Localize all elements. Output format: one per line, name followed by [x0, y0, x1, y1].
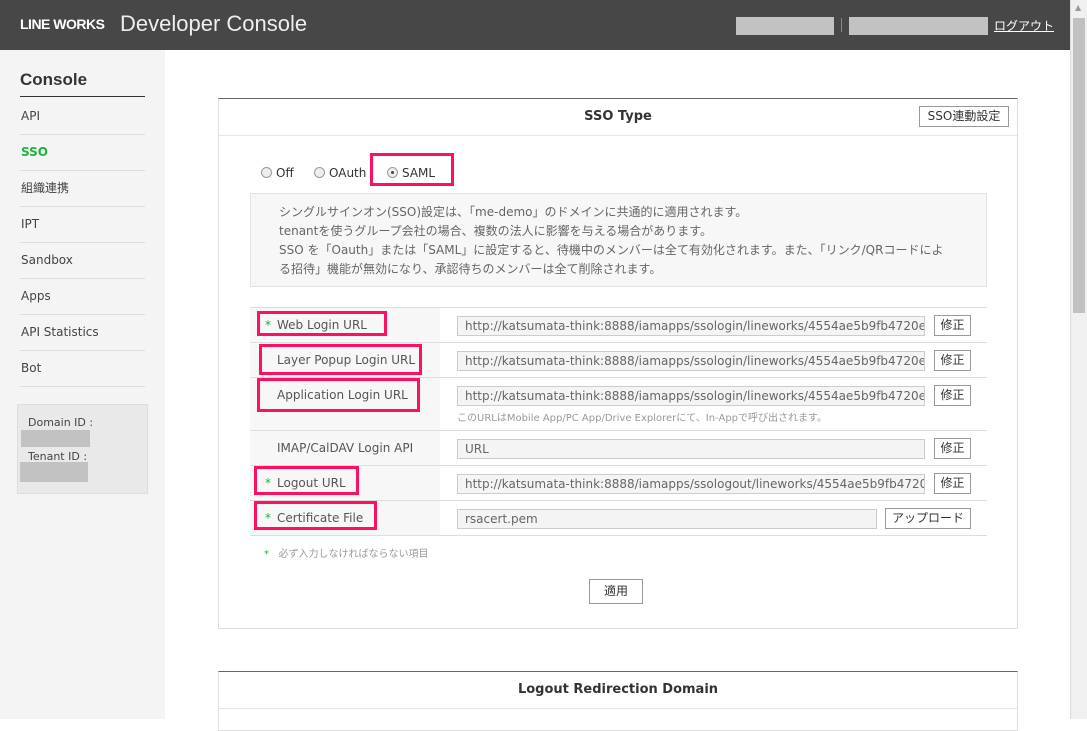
- sidebar-item-api[interactable]: API: [20, 99, 145, 135]
- upload-button[interactable]: アップロード: [885, 508, 971, 529]
- sidebar-item-org[interactable]: 組織連携: [20, 171, 145, 207]
- redacted-domain-id: [21, 430, 90, 447]
- highlight-box: [257, 378, 420, 412]
- radio-label: Off: [276, 166, 294, 180]
- edit-button[interactable]: 修正: [934, 350, 971, 371]
- notice-line: tenantを使うグループ会社の場合、複数の法人に影響を与える場合があります。: [279, 224, 713, 238]
- edit-button[interactable]: 修正: [934, 473, 971, 494]
- sidebar-item-sandbox[interactable]: Sandbox: [20, 243, 145, 279]
- domain-id-label: Domain ID :: [28, 416, 94, 429]
- redacted-tenant-id: [20, 462, 88, 482]
- radio-off[interactable]: Off: [261, 166, 294, 180]
- sidebar-item-ipt[interactable]: IPT: [20, 207, 145, 243]
- apply-button[interactable]: 適用: [589, 579, 643, 604]
- radio-icon[interactable]: [261, 167, 272, 178]
- required-note-text: 必ず入力しなければならない項目: [278, 549, 429, 560]
- application-login-url-input[interactable]: http://katsumata-think:8888/iamapps/ssol…: [457, 386, 925, 406]
- radio-icon[interactable]: [314, 167, 325, 178]
- redacted-user: [736, 17, 834, 35]
- sidebar-item-sso[interactable]: SSO: [20, 135, 145, 171]
- highlight-box: [254, 466, 359, 495]
- required-star: *: [264, 549, 269, 560]
- field-row-imap: IMAP/CalDAV Login API URL 修正: [250, 431, 987, 466]
- scroll-up-icon[interactable]: ▲: [1075, 3, 1081, 12]
- sidebar-item-apps[interactable]: Apps: [20, 279, 145, 315]
- radio-oauth[interactable]: OAuth: [314, 166, 366, 180]
- id-box: Domain ID : Tenant ID :: [17, 404, 148, 494]
- highlight-box: [254, 501, 377, 530]
- app-title: Developer Console: [120, 11, 308, 36]
- header: LINE WORKS Developer Console ログアウト: [0, 0, 1070, 50]
- notice-line: SSO を「Oauth」または「SAML」に設定すると、待機中のメンバーは全て有…: [279, 243, 944, 257]
- field-hint: このURLはMobile App/PC App/Drive Explorerにて…: [457, 413, 828, 424]
- certificate-file-input[interactable]: rsacert.pem: [457, 509, 877, 529]
- panel-title: SSO Type: [219, 99, 1017, 136]
- scrollbar-thumb[interactable]: [1073, 18, 1085, 313]
- sidebar-item-bot[interactable]: Bot: [20, 351, 145, 387]
- logout-link[interactable]: ログアウト: [994, 17, 1054, 34]
- sidebar-item-api-statistics[interactable]: API Statistics: [20, 315, 145, 351]
- field-row-logout: * Logout URL http://katsumata-think:8888/…: [250, 466, 987, 501]
- radio-label: OAuth: [329, 166, 367, 180]
- web-login-url-input[interactable]: http://katsumata-think:8888/iamapps/ssol…: [457, 316, 925, 336]
- logout-redirection-panel: Logout Redirection Domain: [218, 671, 1018, 731]
- notice-box: シングルサインオン(SSO)設定は、「me-demo」のドメインに共通的に適用さ…: [250, 193, 987, 287]
- required-note: * 必ず入力しなければならない項目: [264, 545, 429, 560]
- highlight-box: [370, 153, 454, 186]
- logout-url-input[interactable]: http://katsumata-think:8888/iamapps/ssol…: [457, 474, 925, 494]
- highlight-box: [259, 344, 422, 375]
- scrollbar[interactable]: ▲: [1070, 0, 1087, 719]
- edit-button[interactable]: 修正: [934, 385, 971, 406]
- notice-line: る招待」機能が無効になり、承認待ちのメンバーは全て削除されます。: [279, 262, 662, 276]
- highlight-box: [257, 311, 387, 336]
- divider: [841, 18, 842, 32]
- notice-line: シングルサインオン(SSO)設定は、「me-demo」のドメインに共通的に適用さ…: [279, 205, 748, 219]
- imap-caldav-login-api-input[interactable]: URL: [457, 439, 925, 459]
- sidebar: Console API SSO 組織連携 IPT Sandbox Apps AP…: [0, 50, 165, 719]
- redacted-domain: [849, 17, 988, 35]
- layer-popup-login-url-input[interactable]: http://katsumata-think:8888/iamapps/ssol…: [457, 351, 925, 371]
- logo: LINE WORKS: [20, 16, 105, 32]
- edit-button[interactable]: 修正: [934, 315, 971, 336]
- sidebar-title: Console: [20, 70, 145, 97]
- sso-settings-button[interactable]: SSO連動設定: [919, 106, 1009, 127]
- edit-button[interactable]: 修正: [934, 438, 971, 459]
- panel-title: Logout Redirection Domain: [219, 672, 1017, 709]
- field-label: IMAP/CalDAV Login API: [277, 441, 414, 455]
